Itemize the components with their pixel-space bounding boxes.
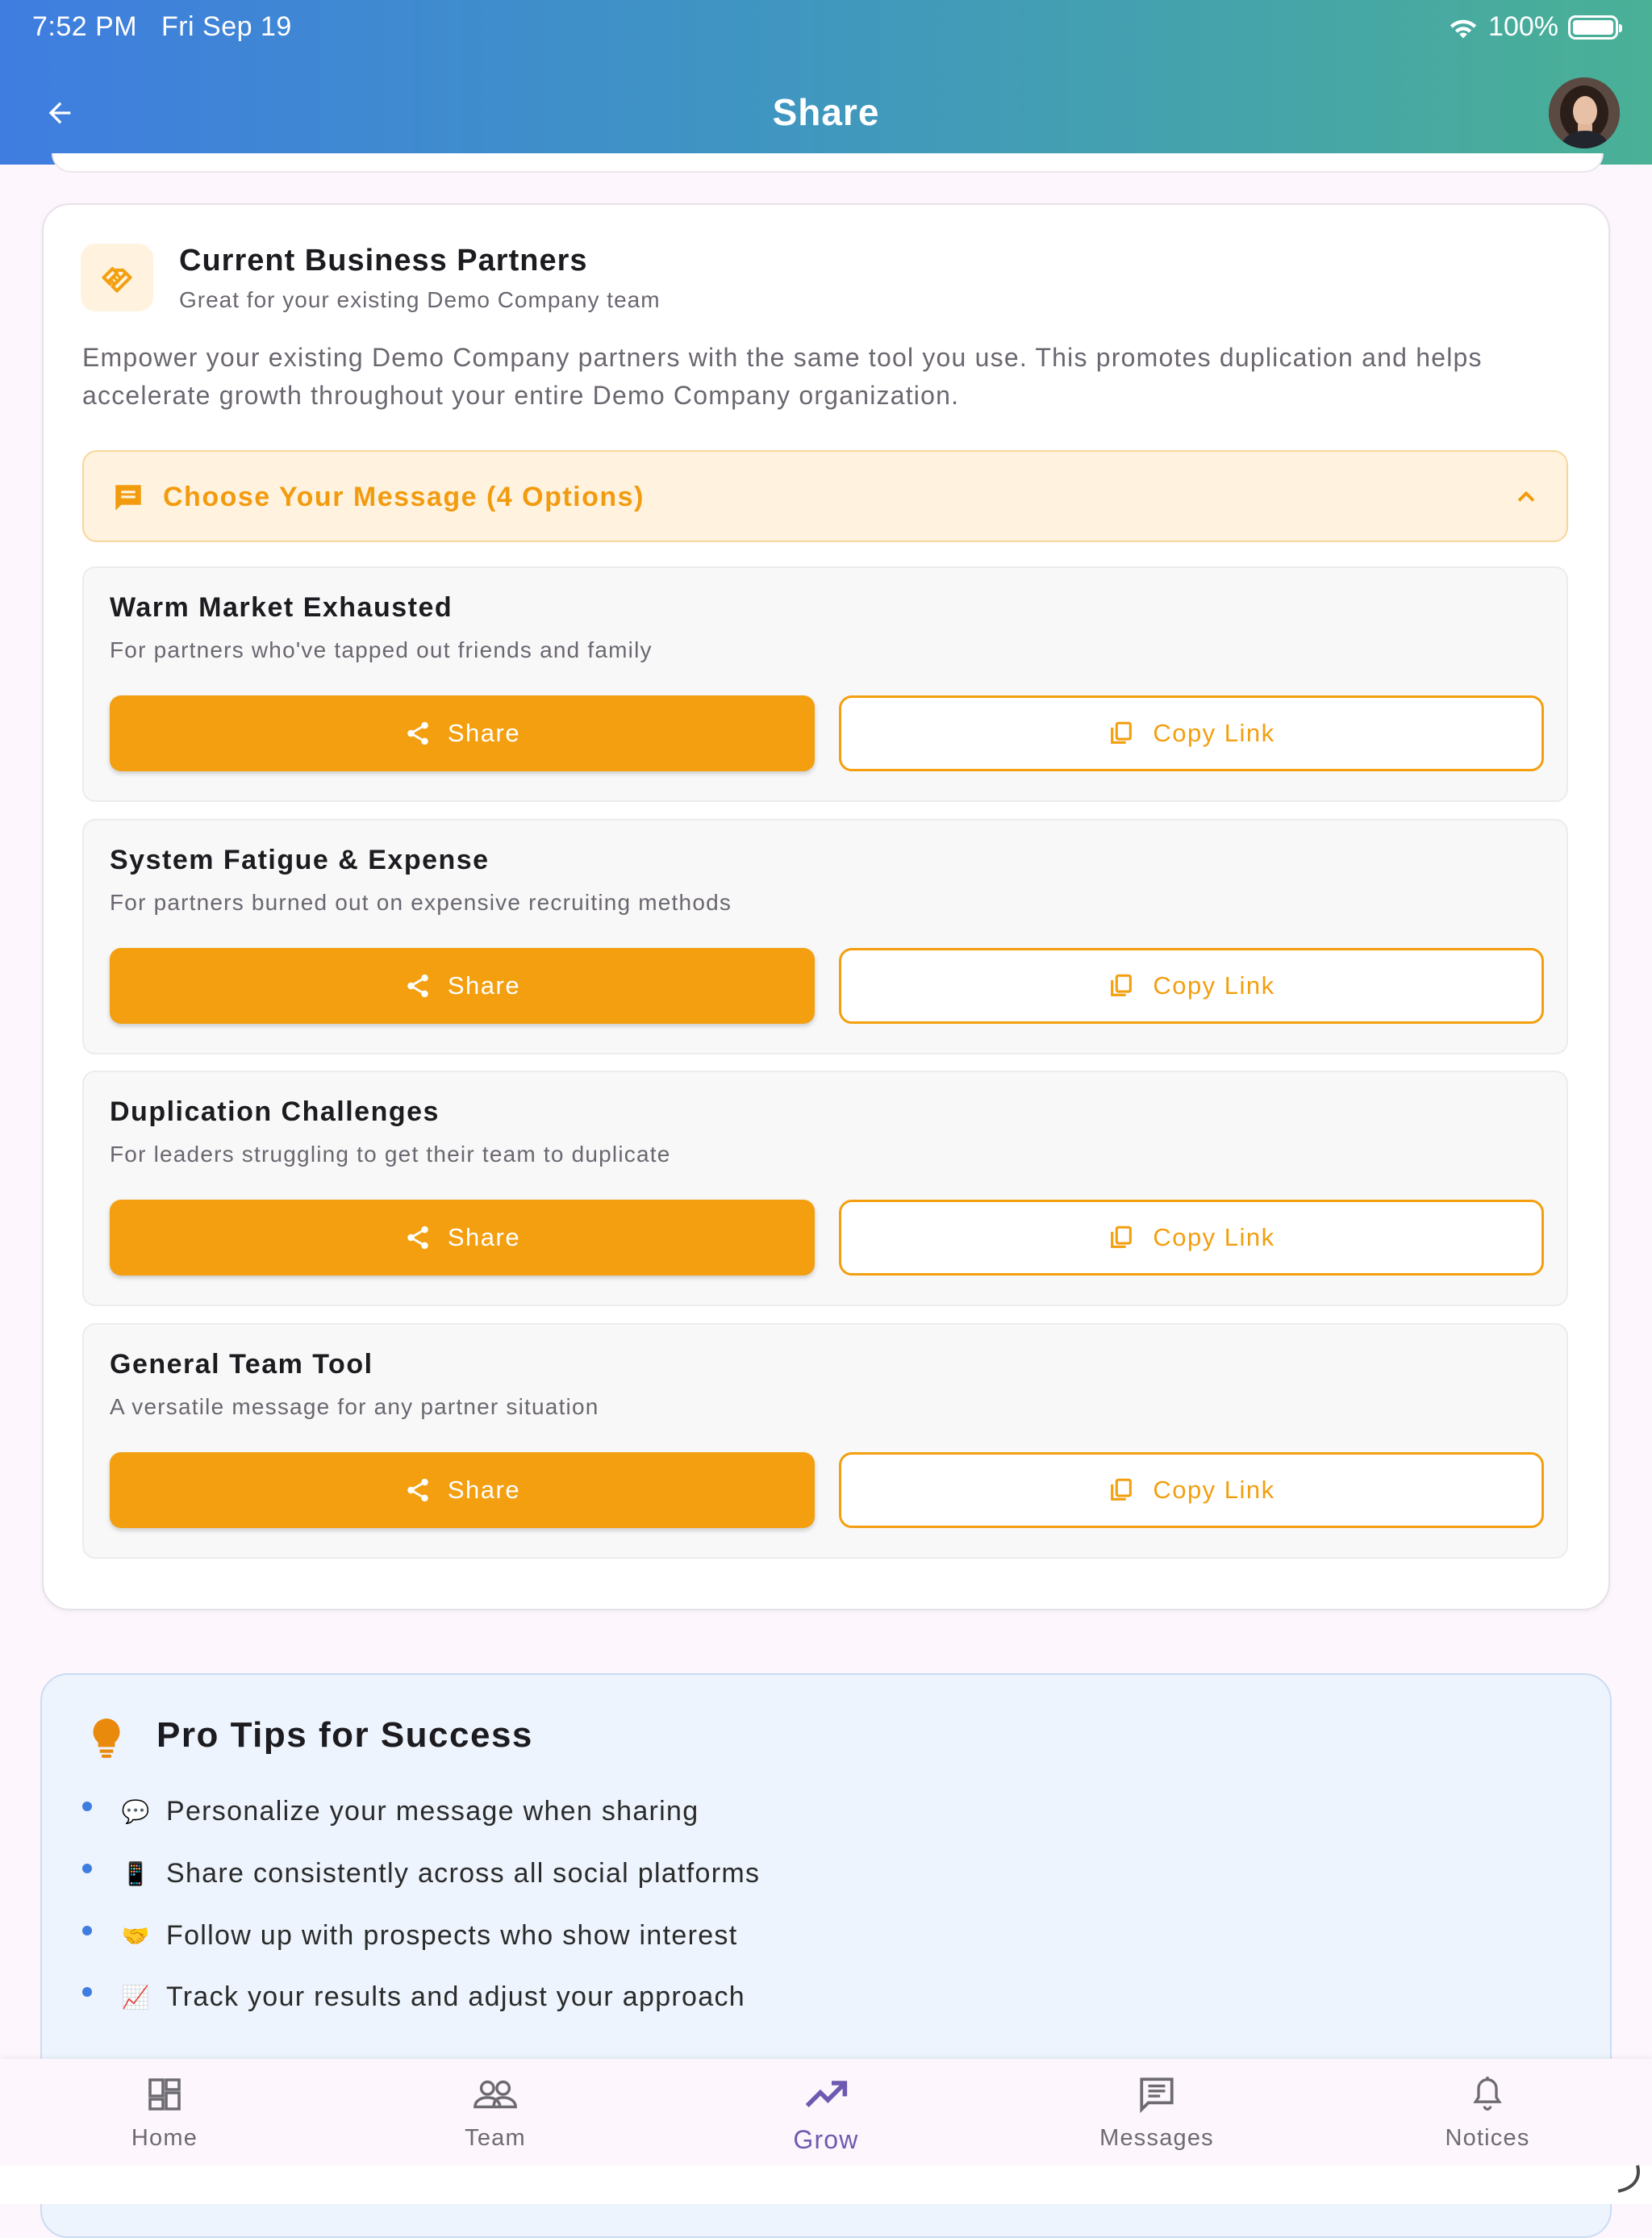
option-title: Duplication Challenges <box>110 1096 440 1127</box>
copy-link-button[interactable]: Copy Link <box>839 1200 1544 1276</box>
nav-label: Grow <box>793 2125 859 2154</box>
copy-link-label: Copy Link <box>1153 1476 1275 1504</box>
share-icon <box>407 1225 428 1250</box>
app-bar: 7:52 PM Fri Sep 19 100% Share <box>0 0 1652 165</box>
nav-item-grow[interactable]: Grow <box>729 2070 923 2155</box>
bullet-icon <box>82 1802 92 1811</box>
option-subtitle: For leaders struggling to get their team… <box>110 1142 671 1167</box>
group-icon <box>473 2080 517 2109</box>
messages-icon <box>1140 2077 1174 2114</box>
handshake-emoji-icon: 🤝 <box>121 1923 150 1948</box>
tip-item: 💬 Personalize your message when sharing <box>82 1791 699 1831</box>
tips-title: Pro Tips for Success <box>156 1715 533 1755</box>
tip-item: 🤝 Follow up with prospects who show inte… <box>82 1915 737 1956</box>
tip-text: Follow up with prospects who show intere… <box>166 1919 738 1951</box>
share-button[interactable]: Share <box>110 948 815 1024</box>
share-icon <box>407 1478 428 1502</box>
copy-icon <box>1111 1225 1133 1248</box>
speech-bubble-icon: 💬 <box>121 1798 150 1824</box>
user-photo-icon <box>1549 77 1620 148</box>
previous-card-edge <box>52 153 1604 173</box>
bullet-icon <box>82 1926 92 1935</box>
share-button[interactable]: Share <box>110 1452 815 1528</box>
share-icon <box>407 974 428 998</box>
bullet-icon <box>82 1987 92 1997</box>
nav-item-home[interactable]: Home <box>68 2070 261 2152</box>
message-option: System Fatigue & Expense For partners bu… <box>82 819 1568 1054</box>
status-time-text: 7:52 PM <box>32 11 138 42</box>
copy-link-label: Copy Link <box>1153 719 1275 747</box>
option-subtitle: A versatile message for any partner situ… <box>110 1394 599 1419</box>
share-label: Share <box>447 719 521 747</box>
option-subtitle: For partners who've tapped out friends a… <box>110 637 653 662</box>
status-indicators: 100% <box>1448 11 1622 43</box>
option-title: System Fatigue & Expense <box>110 845 490 875</box>
message-option: General Team Tool A versatile message fo… <box>82 1323 1568 1559</box>
tip-text: Share consistently across all social pla… <box>166 1857 761 1889</box>
copy-link-label: Copy Link <box>1153 971 1275 1000</box>
battery-icon <box>1568 15 1622 40</box>
nav-label: Home <box>131 2125 198 2151</box>
chart-increasing-icon: 📈 <box>121 1984 150 2010</box>
mobile-phone-icon: 📱 <box>121 1860 150 1886</box>
trending-up-icon <box>805 2081 848 2107</box>
tip-text: Personalize your message when sharing <box>166 1795 699 1827</box>
tip-item: 📱 Share consistently across all social p… <box>82 1853 760 1894</box>
copy-link-button[interactable]: Copy Link <box>839 695 1544 771</box>
card-subtitle: Great for your existing Demo Company tea… <box>179 287 661 312</box>
nav-item-notices[interactable]: Notices <box>1391 2070 1584 2152</box>
share-button[interactable]: Share <box>110 1200 815 1276</box>
page-title: Share <box>772 91 880 133</box>
message-option: Duplication Challenges For leaders strug… <box>82 1071 1568 1306</box>
battery-percent: 100% <box>1488 11 1558 42</box>
bullet-icon <box>82 1864 92 1873</box>
tip-text: Track your results and adjust your appro… <box>166 1981 745 2012</box>
share-button[interactable]: Share <box>110 695 815 771</box>
handshake-icon-box <box>81 244 153 311</box>
share-label: Share <box>447 1476 521 1504</box>
tip-item: 📈 Track your results and adjust your app… <box>82 1977 745 2017</box>
message-options-label: Choose Your Message (4 Options) <box>163 482 645 512</box>
option-subtitle: For partners burned out on expensive rec… <box>110 890 732 915</box>
screen-bottom-area <box>0 2165 1652 2204</box>
share-label: Share <box>447 971 521 1000</box>
message-options-toggle[interactable]: Choose Your Message (4 Options) <box>82 450 1568 542</box>
avatar[interactable] <box>1549 77 1620 148</box>
nav-label: Team <box>465 2125 526 2151</box>
copy-link-button[interactable]: Copy Link <box>839 1452 1544 1528</box>
status-date-text: Fri Sep 19 <box>161 11 292 42</box>
share-icon <box>407 721 428 745</box>
share-label: Share <box>447 1223 521 1251</box>
wifi-icon <box>1450 19 1477 38</box>
nav-label: Messages <box>1099 2125 1214 2151</box>
copy-icon <box>1111 1478 1133 1501</box>
copy-link-button[interactable]: Copy Link <box>839 948 1544 1024</box>
chat-icon <box>115 485 141 511</box>
option-title: Warm Market Exhausted <box>110 592 453 623</box>
dashboard-icon <box>148 2078 181 2111</box>
option-title: General Team Tool <box>110 1349 373 1380</box>
chevron-up-icon <box>1517 491 1535 502</box>
copy-link-label: Copy Link <box>1153 1223 1275 1251</box>
lightbulb-icon <box>93 1718 120 1758</box>
corner-curve-icon <box>1617 2165 1640 2193</box>
copy-icon <box>1111 974 1133 996</box>
nav-item-team[interactable]: Team <box>398 2070 592 2152</box>
card-description: Empower your existing Demo Company partn… <box>82 343 1483 410</box>
nav-label: Notices <box>1445 2125 1530 2151</box>
copy-icon <box>1111 721 1133 744</box>
status-time: 7:52 PM Fri Sep 19 <box>32 11 292 43</box>
bell-icon <box>1473 2077 1502 2111</box>
handshake-icon <box>102 266 132 293</box>
card-title: Current Business Partners <box>179 244 588 278</box>
message-option: Warm Market Exhausted For partners who'v… <box>82 566 1568 802</box>
nav-item-messages[interactable]: Messages <box>1060 2070 1254 2152</box>
